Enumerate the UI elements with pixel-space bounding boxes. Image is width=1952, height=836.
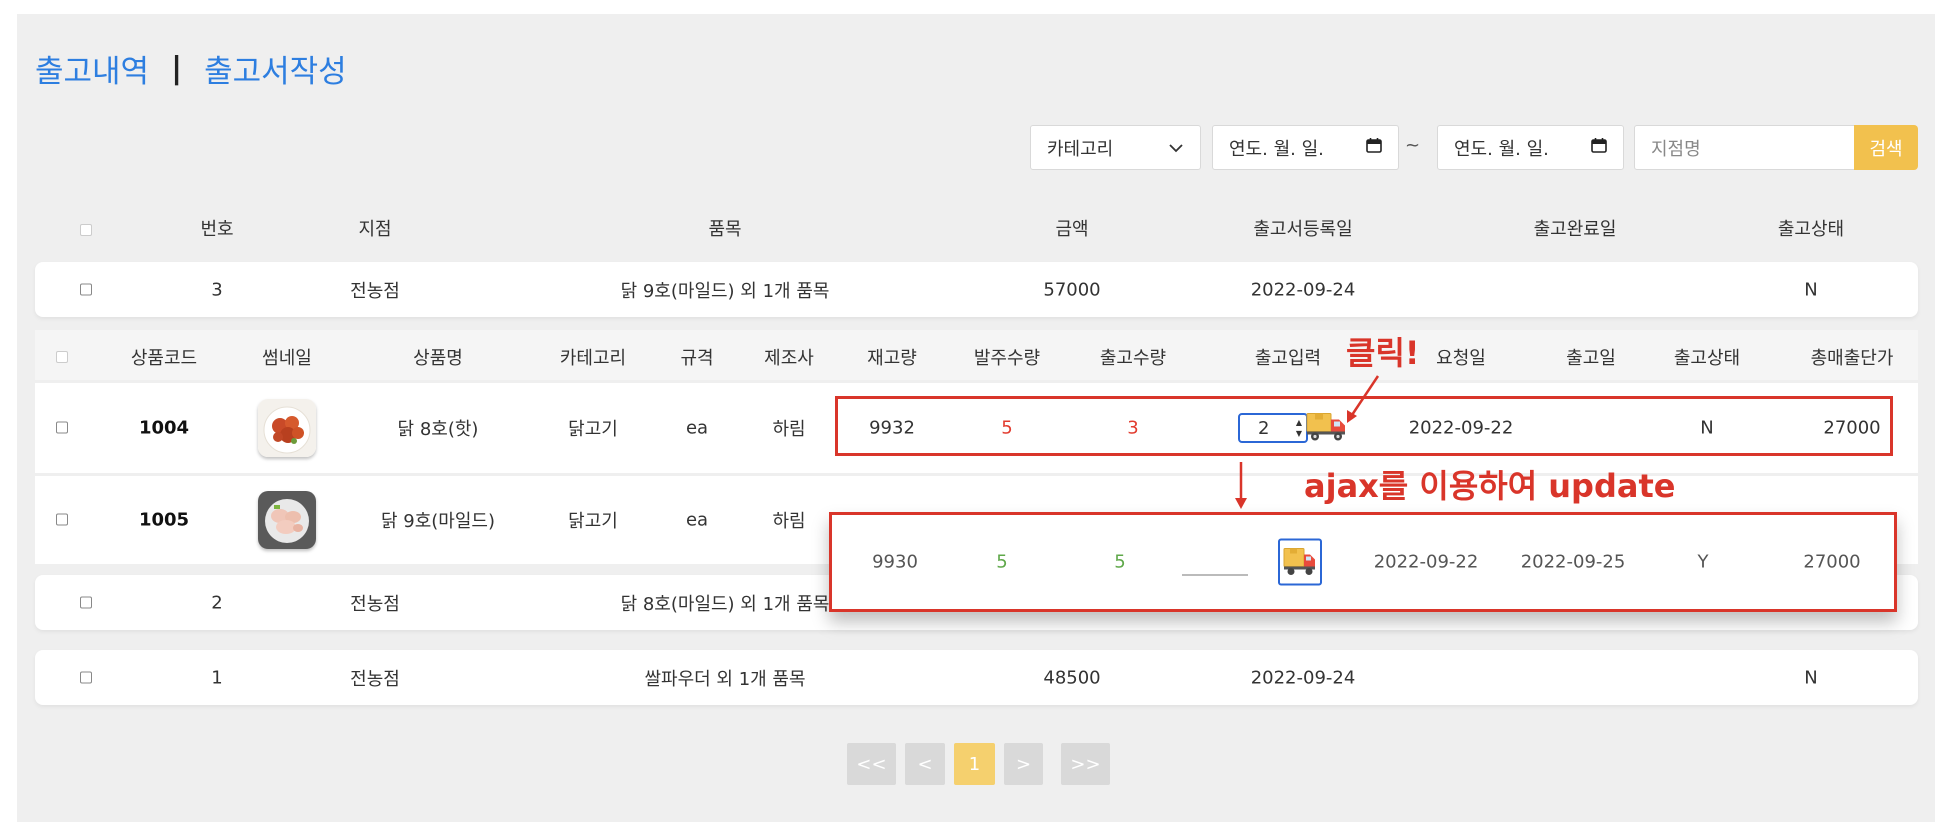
next-page-button[interactable]: > [1004,743,1043,785]
updated-total-price: 27000 [1803,551,1861,573]
updated-ship-date: 2022-09-25 [1520,551,1626,573]
input-placeholder-line [1182,574,1248,576]
delivery-truck-icon[interactable] [1278,538,1322,586]
updated-request-date: 2022-09-22 [1373,551,1479,573]
updated-ordered-qty: 5 [996,551,1008,573]
updated-shipped-qty: 5 [1114,551,1126,573]
updated-ship-status: Y [1697,551,1709,573]
annotation-click-label: 클릭! [1346,334,1420,372]
annotation-arrows [1235,375,1380,509]
first-page-button[interactable]: << [847,743,896,785]
prev-page-button[interactable]: < [905,743,945,785]
page-1-button[interactable]: 1 [954,743,995,785]
updated-row-overlay: 9930 5 5 2022-09-22 2022-09-25 Y 27000 [829,512,1897,612]
last-page-button[interactable]: >> [1061,743,1110,785]
annotation-ajax-label: ajax를 이용하여 update [1304,467,1676,505]
updated-stock-qty: 9930 [872,551,918,573]
